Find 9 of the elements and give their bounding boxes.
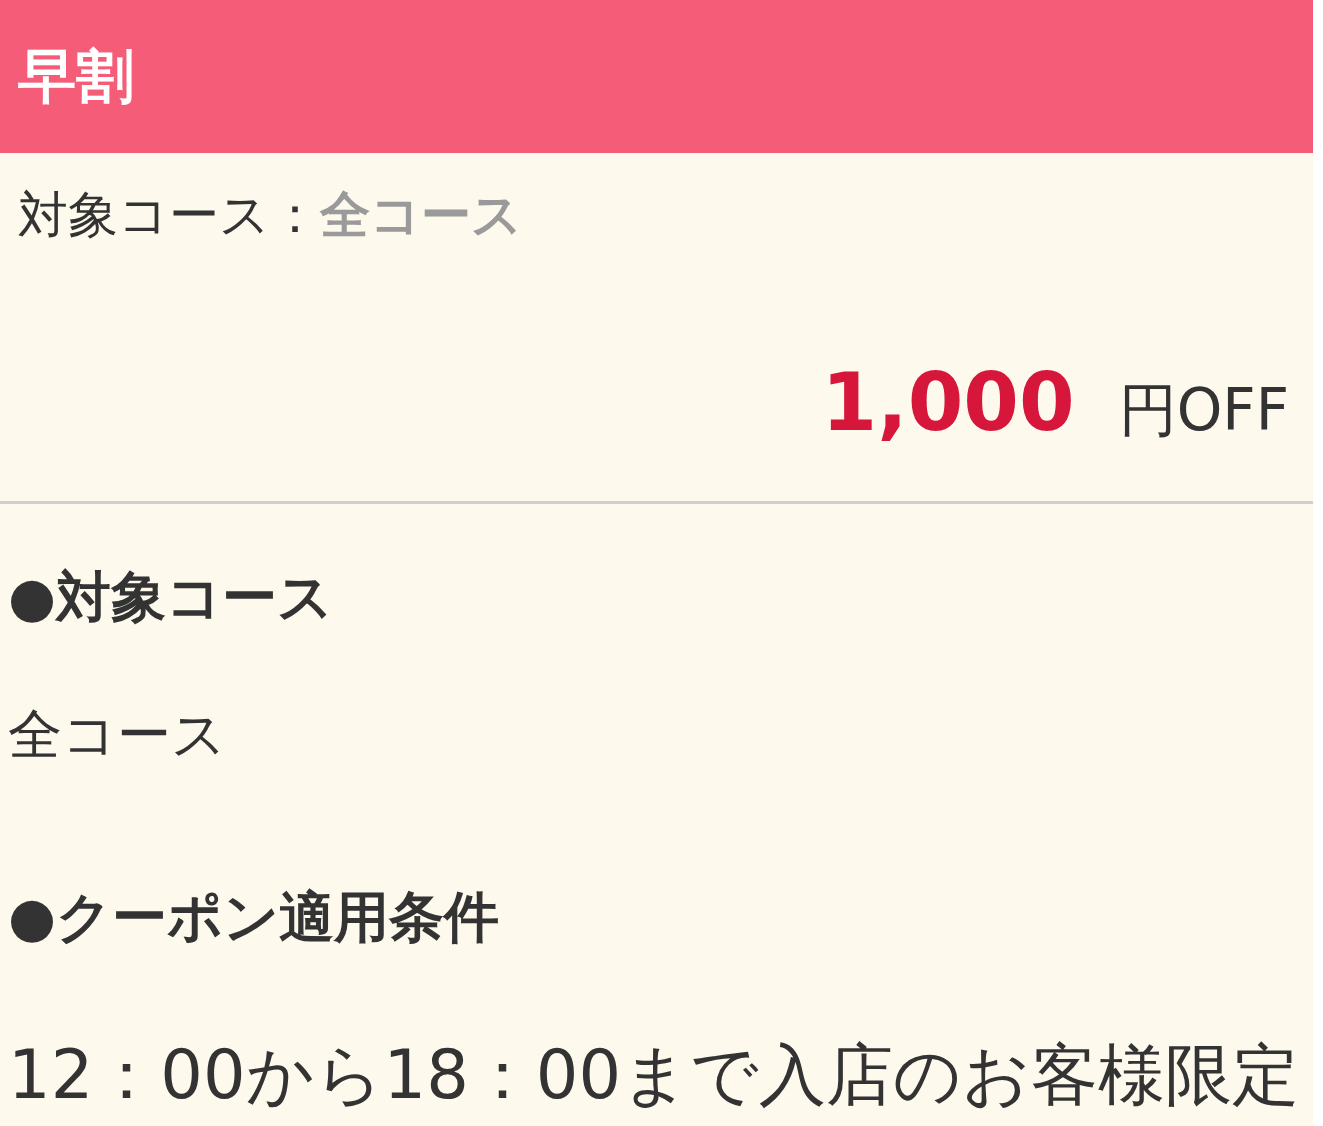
section-heading: ●対象コース — [8, 564, 333, 631]
section-text: 12：00から18：00まで入店のお客様限定 — [8, 1040, 1300, 1110]
section-heading: ●クーポン適用条件 — [8, 884, 499, 951]
coupon-title: 早割 — [18, 44, 134, 109]
target-course-value: 全コース — [320, 185, 522, 246]
section-text: 全コース — [8, 702, 226, 768]
target-course-label: 対象コース： — [18, 185, 320, 246]
discount-unit: 円OFF — [1118, 375, 1289, 445]
discount-amount: 1,000 — [821, 355, 1075, 451]
